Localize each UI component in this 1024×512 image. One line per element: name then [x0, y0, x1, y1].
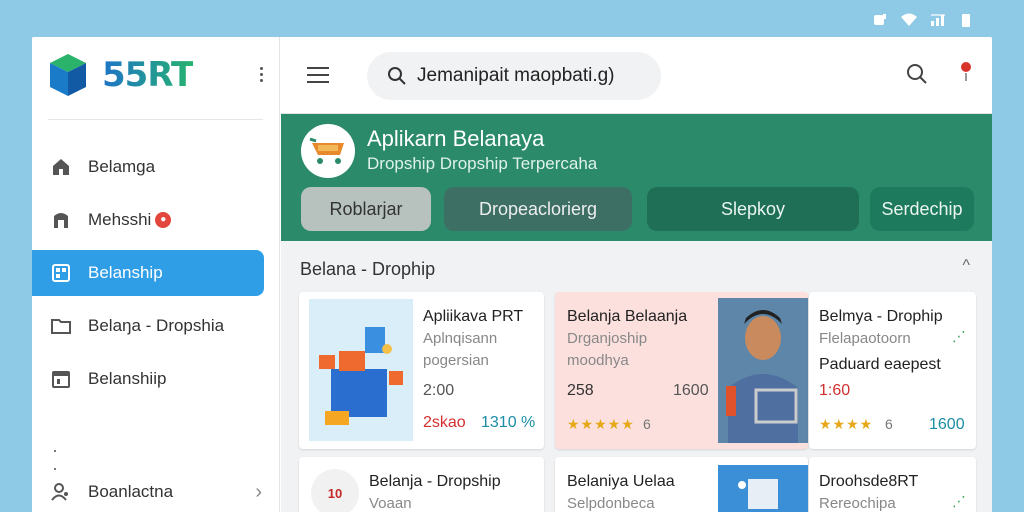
rating-stars: ★★★★★ [567, 416, 635, 432]
product-thumb-text: 10 [327, 485, 343, 501]
app-window: 55RT Belamga Mehsshi ● Belanship Belaŋa … [32, 37, 992, 512]
calendar-icon [50, 368, 72, 390]
product-card[interactable]: Belaniya Uelaa Selpdonbeca [555, 457, 808, 512]
rating-count: 6 [885, 416, 893, 432]
sidebar-item-label: Belamga [88, 157, 156, 176]
section-title: Belana - Drophip [300, 259, 436, 279]
search-text: Jemanipait maopbati.g) [417, 65, 615, 86]
grid-icon [50, 262, 72, 284]
battery-icon [962, 14, 970, 27]
search-icon[interactable] [906, 63, 928, 85]
sidebar-item-calendar[interactable]: Belanshiip [32, 356, 264, 402]
users-icon [50, 481, 72, 503]
cart-logo-icon [301, 124, 355, 178]
rating-count: 6 [643, 416, 651, 432]
filter-chip[interactable]: Roblarjar [301, 187, 431, 231]
product-price-alt: 1600 [673, 382, 709, 399]
product-title: Belanja Belaanja [567, 308, 688, 325]
product-subtitle: Drganjoship [567, 330, 648, 347]
more-options-icon[interactable] [260, 67, 263, 82]
product-subtitle: Voaan [369, 495, 412, 512]
product-price-alt: 1600 [929, 416, 965, 433]
wifi-icon [901, 13, 917, 26]
chevron-up-icon[interactable]: ^ [962, 257, 970, 275]
menu-icon[interactable] [307, 67, 329, 88]
sidebar: 55RT Belamga Mehsshi ● Belanship Belaŋa … [32, 37, 280, 512]
product-image [309, 299, 413, 441]
product-subtitle: Aplnqisann [423, 330, 498, 347]
sidebar-item-label: Belanship [88, 263, 163, 282]
product-price: 258 [567, 382, 594, 399]
search-input[interactable]: Jemanipait maopbati.g) [367, 52, 661, 100]
folder-icon [50, 315, 72, 337]
signal-icon [931, 14, 945, 26]
product-subtitle: Rereochipa [819, 495, 896, 512]
sidebar-item-users[interactable]: Boanlactna › [32, 469, 280, 512]
home-icon [50, 156, 72, 178]
product-image [718, 465, 808, 512]
top-bar: Jemanipait maopbati.g) [281, 37, 992, 114]
sidebar-item-label: Boanlactna [88, 482, 174, 501]
product-price: 1:60 [819, 382, 851, 399]
product-image [718, 298, 808, 443]
sidebar-nav: Belamga Mehsshi ● Belanship Belaŋa - Dro… [32, 144, 279, 402]
filter-chip[interactable]: Serdechip [870, 187, 974, 231]
sidebar-item-label: Mehsshi [88, 210, 152, 229]
product-title: Belmya - Drophip [819, 308, 943, 325]
search-icon [388, 67, 406, 85]
notification-dot-icon[interactable] [960, 61, 972, 87]
sidebar-item-belanship[interactable]: Belanship [32, 250, 264, 296]
product-title: Apliikava PRT [423, 308, 524, 325]
product-card[interactable]: Belanja Belaanja Drganjoship moodhya 258… [555, 292, 808, 449]
product-card[interactable]: 10 Belanja - Dropship Voaan [299, 457, 544, 512]
product-subtitle: Flelapaotoorn [819, 330, 911, 347]
sidebar-item-label: Belanshiip [88, 369, 167, 388]
product-card[interactable]: Apliikava PRT Aplnqisann pogersian 2:00 … [299, 292, 544, 449]
more-indicator-icon: ⋰ [952, 493, 966, 509]
main-content: Jemanipait maopbati.g) Aplikarn Belanaya… [281, 37, 992, 512]
cube-logo-icon [50, 54, 86, 96]
banner-title: Aplikarn Belanaya [367, 126, 545, 151]
product-subtitle: moodhya [567, 352, 629, 369]
brand-header: 55RT [32, 37, 279, 113]
product-thumb-circle: 10 [311, 469, 359, 512]
product-card[interactable]: Droohsde8RT Rereochipa ⋰ [809, 457, 976, 512]
app-banner: Aplikarn Belanaya Dropship Dropship Terp… [281, 114, 992, 241]
chevron-right-icon: › [255, 480, 262, 503]
rating-stars: ★★★★ [819, 416, 874, 432]
product-subtitle: Selpdonbeca [567, 495, 655, 512]
banner-subtitle: Dropship Dropship Terpercaha [367, 154, 598, 173]
more-indicator-icon: ⋰ [952, 328, 966, 344]
sidebar-item-label: Belaŋa - Dropshia [88, 316, 225, 335]
product-price: 2:00 [423, 382, 455, 399]
product-title: Belaniya Uelaa [567, 473, 675, 490]
sidebar-item-dropship[interactable]: Belaŋa - Dropshia [32, 303, 264, 349]
store-icon [50, 209, 72, 231]
product-title: Droohsde8RT [819, 473, 919, 490]
notification-icon [874, 14, 886, 25]
product-highlight: Paduard eaepest [819, 356, 941, 373]
sidebar-separator-dots [54, 439, 60, 470]
filter-chip[interactable]: Slepkoy [647, 187, 859, 231]
product-title: Belanja - Dropship [369, 473, 501, 490]
sidebar-item-store[interactable]: Mehsshi ● [32, 197, 264, 243]
status-bar [872, 12, 972, 28]
app-logo-text: 55RT [102, 55, 194, 95]
filter-chip[interactable]: Dropeaclorierg [444, 187, 632, 231]
notification-badge: ● [155, 212, 172, 228]
sidebar-item-home[interactable]: Belamga [32, 144, 264, 190]
product-rate: 1310 % [481, 414, 536, 431]
product-subtitle: pogersian [423, 352, 489, 369]
product-card[interactable]: Belmya - Drophip ⋰ Flelapaotoorn Paduard… [809, 292, 976, 449]
product-discount: 2skao [423, 414, 466, 431]
sidebar-divider [48, 119, 263, 120]
